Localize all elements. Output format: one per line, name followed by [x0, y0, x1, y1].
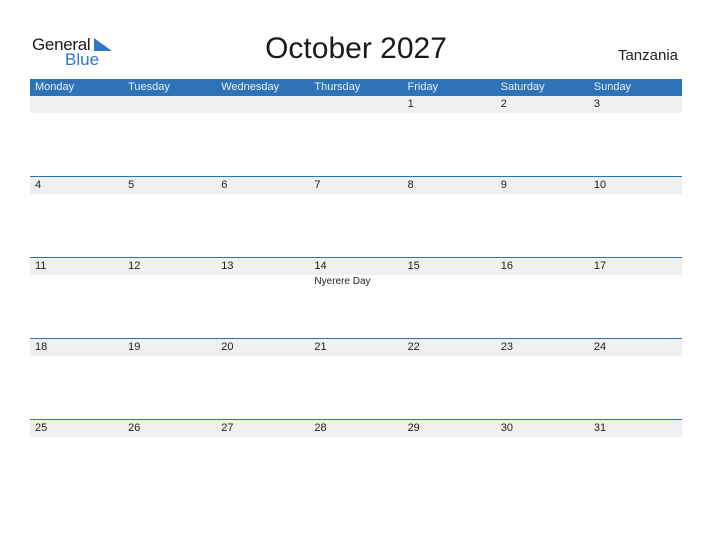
day-cell: 9 — [496, 177, 589, 258]
day-cell: 29 — [403, 420, 496, 501]
day-cell: 4 — [30, 177, 123, 258]
day-cell: 18 — [30, 339, 123, 420]
week-row: 1 2 3 — [30, 96, 682, 177]
weekday-sunday: Sunday — [593, 81, 632, 93]
day-number: 5 — [128, 179, 135, 191]
week-row: 11 12 13 14 Nyerere Day 15 16 17 — [30, 257, 682, 339]
day-cell: 22 — [403, 339, 496, 420]
day-number: 19 — [128, 341, 141, 353]
day-cell: 13 — [216, 258, 309, 339]
day-number: 2 — [500, 98, 507, 110]
day-cell: 6 — [216, 177, 309, 258]
day-cell: 30 — [496, 420, 589, 501]
day-cell: 20 — [216, 339, 309, 420]
day-cell — [216, 96, 309, 177]
week-row: 25 26 27 28 29 30 31 — [30, 419, 682, 501]
day-cell: 1 — [403, 96, 496, 177]
day-cell: 24 — [589, 339, 682, 420]
week-row: 4 5 6 7 8 9 10 — [30, 176, 682, 258]
weekday-wednesday: Wednesday — [221, 81, 280, 93]
day-cell: 8 — [403, 177, 496, 258]
day-number: 24 — [593, 341, 607, 353]
day-number: 3 — [593, 98, 600, 110]
weekday-saturday: Saturday — [500, 81, 545, 93]
day-cell: 19 — [123, 339, 216, 420]
day-number: 22 — [407, 341, 420, 353]
day-number: 10 — [593, 179, 607, 191]
day-cell: 12 — [123, 258, 216, 339]
day-cell: 15 — [403, 258, 496, 339]
day-number: 29 — [407, 422, 420, 434]
day-cell: 2 — [496, 96, 589, 177]
day-cell: 23 — [496, 339, 589, 420]
day-number: 11 — [35, 260, 47, 272]
weekday-thursday: Thursday — [314, 81, 361, 93]
day-number: 26 — [128, 422, 141, 434]
day-number: 20 — [221, 341, 234, 353]
day-number: 18 — [35, 341, 48, 353]
day-number: 6 — [221, 179, 228, 191]
day-number: 13 — [221, 260, 234, 272]
day-number: 15 — [407, 260, 420, 272]
weekday-header: Monday Tuesday Wednesday Thursday Friday… — [30, 79, 682, 96]
day-number: 16 — [500, 260, 513, 272]
page-title: October 2027 — [265, 32, 447, 65]
day-number: 27 — [221, 422, 234, 434]
day-number: 4 — [35, 179, 42, 191]
weekday-friday: Friday — [407, 81, 439, 93]
week-row: 18 19 20 21 22 23 24 — [30, 338, 682, 420]
day-cell: 7 — [309, 177, 402, 258]
day-number: 14 — [314, 260, 327, 272]
day-number: 12 — [128, 260, 141, 272]
day-number: 30 — [500, 422, 513, 434]
weekday-tuesday: Tuesday — [128, 81, 170, 93]
day-cell: 17 — [589, 258, 682, 339]
day-number: 28 — [314, 422, 327, 434]
day-cell: 10 — [589, 177, 682, 258]
day-cell: 3 — [589, 96, 682, 177]
day-cell: 14 Nyerere Day — [309, 258, 402, 339]
day-cell: 31 — [589, 420, 682, 501]
day-cell — [30, 96, 123, 177]
day-number: 23 — [500, 341, 513, 353]
weekday-monday: Monday — [35, 81, 75, 93]
day-cell — [309, 96, 402, 177]
day-number: 31 — [593, 422, 607, 434]
day-cell: 11 — [30, 258, 123, 339]
day-cell: 21 — [309, 339, 402, 420]
day-cell: 25 — [30, 420, 123, 501]
day-number: 25 — [35, 422, 48, 434]
day-number: 9 — [500, 179, 507, 191]
day-cell: 5 — [123, 177, 216, 258]
day-cell: 27 — [216, 420, 309, 501]
day-number: 1 — [407, 98, 414, 110]
day-cell: 28 — [309, 420, 402, 501]
day-number: 7 — [314, 179, 321, 191]
day-number: 8 — [407, 179, 414, 191]
day-number: 21 — [314, 341, 327, 353]
country-label: Tanzania — [617, 47, 678, 64]
day-cell: 16 — [496, 258, 589, 339]
day-number: 17 — [593, 260, 607, 272]
holiday-label: Nyerere Day — [314, 276, 371, 287]
day-cell — [123, 96, 216, 177]
day-cell: 26 — [123, 420, 216, 501]
